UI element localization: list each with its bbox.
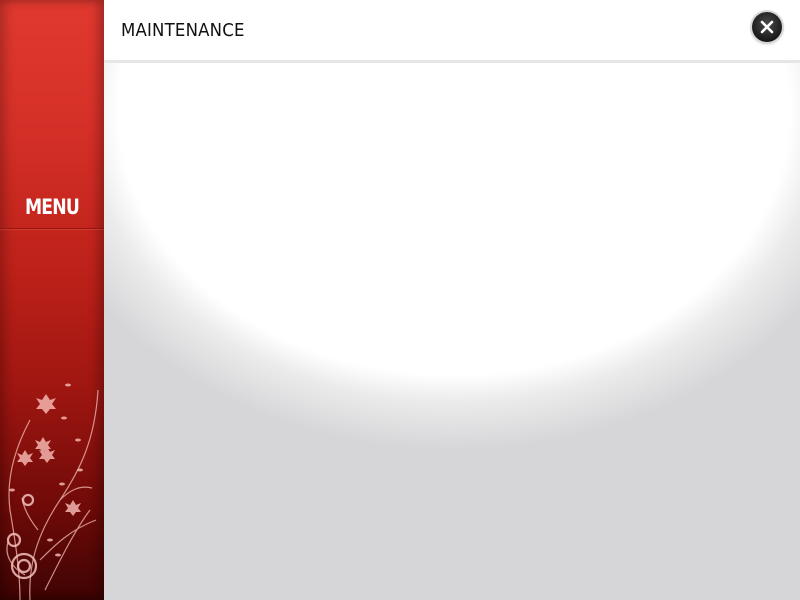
menu-button[interactable]: MENU xyxy=(9,186,94,228)
close-button[interactable] xyxy=(752,12,782,42)
page-title: MAINTENANCE xyxy=(121,20,245,41)
content-area xyxy=(104,0,800,600)
header-bar: MAINTENANCE xyxy=(104,0,800,63)
app-window: MENU MAINTENANCE xyxy=(0,0,800,600)
main-content: MAINTENANCE xyxy=(104,0,800,600)
floral-icon xyxy=(6,383,99,600)
sidebar-divider xyxy=(0,228,104,229)
close-icon xyxy=(760,20,774,34)
sidebar: MENU xyxy=(0,0,104,600)
menu-label: MENU xyxy=(24,195,80,219)
